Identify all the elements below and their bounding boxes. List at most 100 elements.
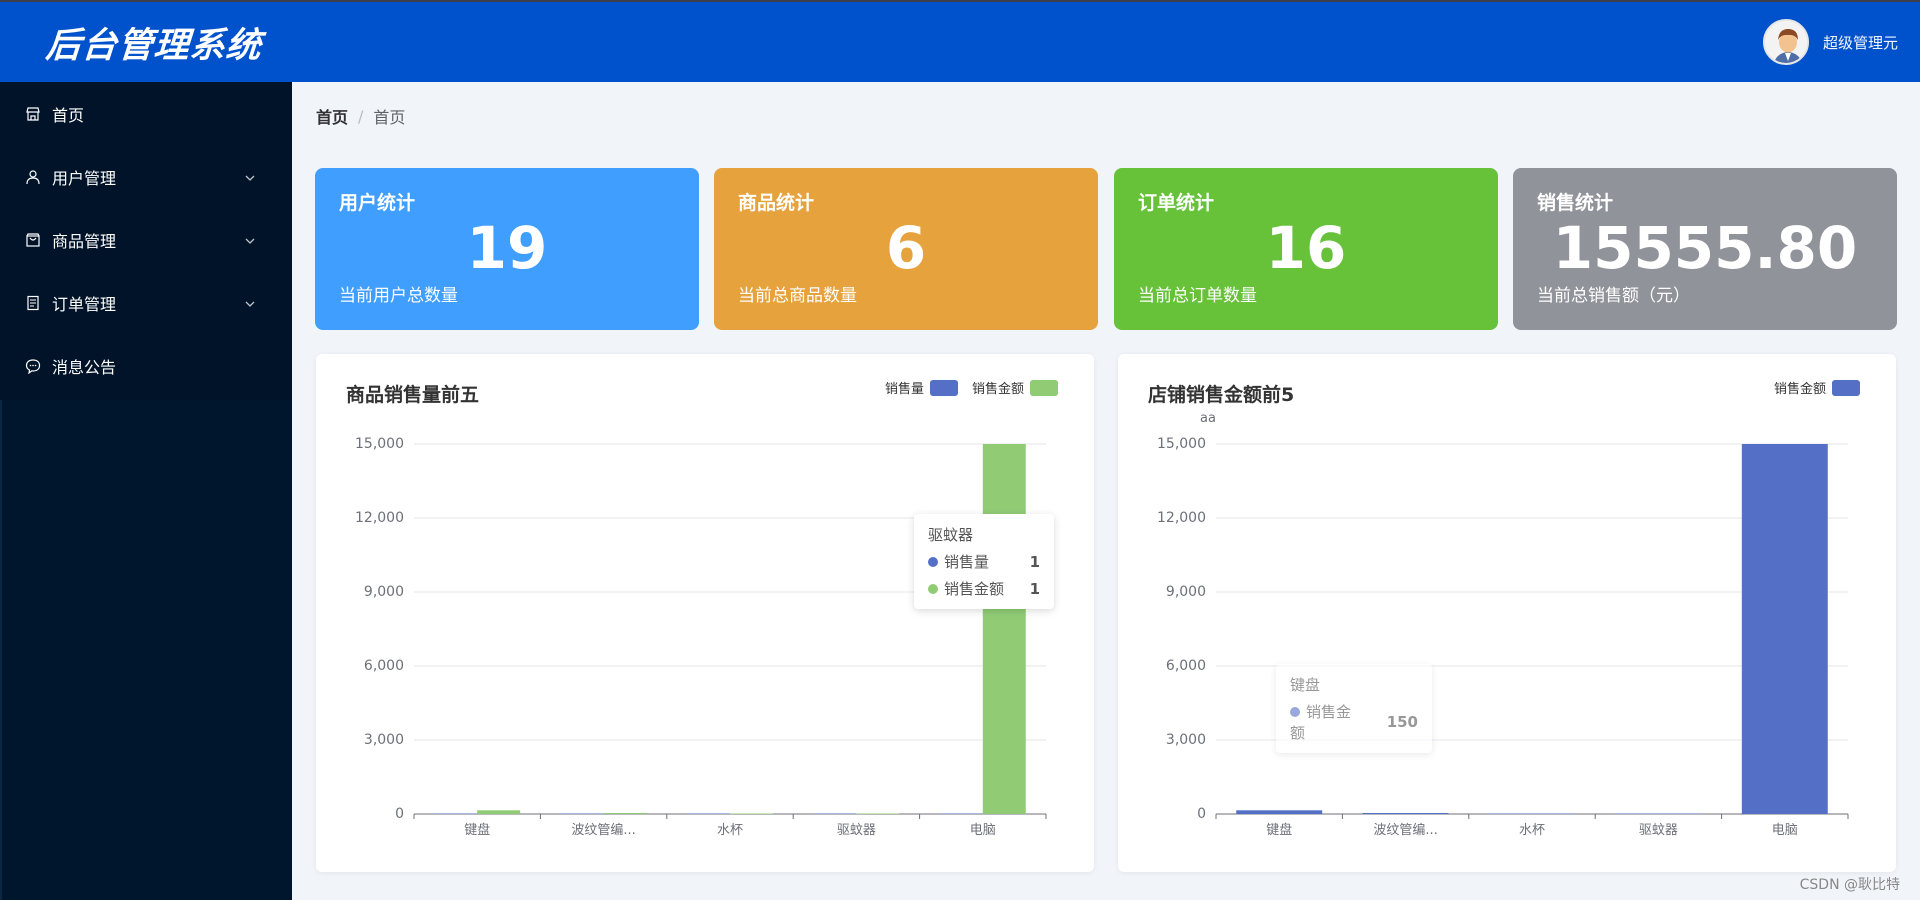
store-icon <box>24 105 42 123</box>
user-menu[interactable]: 超级管理元 <box>1762 19 1898 65</box>
card-subtitle: 当前总销售额（元） <box>1537 286 1690 306</box>
y-axis-label: aa <box>1200 411 1216 426</box>
card-title: 用户统计 <box>339 192 416 214</box>
chevron-down-icon[interactable] <box>244 232 256 244</box>
x-tick-label: 键盘 <box>1266 822 1292 838</box>
bar-销售量 <box>813 813 857 814</box>
chevron-down-icon[interactable] <box>244 295 256 307</box>
sidebar-item-orders[interactable]: 订单管理 <box>0 271 292 334</box>
bar-销售量 <box>434 813 478 814</box>
card-value: 19 <box>466 214 548 282</box>
sidebar-item-label: 订单管理 <box>52 294 117 314</box>
tooltip-dot <box>1290 707 1300 717</box>
y-tick-label: 6,000 <box>1166 658 1206 674</box>
document-icon <box>24 294 42 312</box>
card-value: 16 <box>1265 214 1347 282</box>
y-tick-label: 0 <box>395 806 404 822</box>
bar-销售量 <box>939 813 983 814</box>
x-tick-label: 波纹管编... <box>571 823 635 838</box>
card-title: 销售统计 <box>1537 192 1614 214</box>
y-tick-label: 3,000 <box>1166 732 1206 748</box>
sidebar-item-label: 首页 <box>52 105 85 125</box>
x-tick-label: 键盘 <box>464 822 490 838</box>
x-tick-label: 电脑 <box>1772 823 1798 838</box>
bar-销售量 <box>687 813 730 814</box>
bar-销售金额 <box>730 813 773 814</box>
sidebar-divider <box>0 400 2 900</box>
chevron-down-icon[interactable] <box>244 169 256 181</box>
tooltip-value: 1 <box>1029 579 1040 598</box>
bar-销售金额 <box>1489 813 1575 814</box>
bar-销售金额 <box>1236 810 1323 814</box>
chart-panel-product-sales: 商品销售量前五 销售量 销售金额 0 3,000 6,000 9,000 12,000 1… <box>316 354 1094 872</box>
sidebar-item-label: 用户管理 <box>52 168 117 188</box>
bar-销售金额 <box>1615 813 1702 814</box>
tooltip-title: 驱蚊器 <box>928 526 974 544</box>
tooltip-label: 销售金额 <box>944 580 1005 598</box>
card-value: 15555.80 <box>1552 214 1858 282</box>
bar-chart-store-sales[interactable]: 03,0006,0009,00012,00015,000aa键盘 波纹管编... 水… <box>1118 354 1896 872</box>
card-value: 6 <box>885 214 927 282</box>
y-tick-label: 15,000 <box>355 436 404 452</box>
stat-card-users: 用户统计 19 当前用户总数量 <box>315 168 699 330</box>
tooltip-row: 销售金额 1 <box>928 578 1040 599</box>
tooltip-title: 键盘 <box>1290 676 1321 694</box>
avatar[interactable] <box>1762 19 1809 65</box>
chart-tooltip: 键盘 销售金额 150 <box>1276 664 1432 753</box>
bar-chart-product-sales[interactable]: 0 3,000 6,000 9,000 12,000 15,000 键盘 波纹管编... 水杯 驱… <box>316 354 1094 872</box>
sidebar: 首页 用户管理 商品管理 订单管理 消息公告 <box>0 82 292 900</box>
bar-销售金额 <box>603 813 647 814</box>
card-title: 商品统计 <box>738 192 815 214</box>
sidebar-empty-area <box>0 400 292 900</box>
bar-销售金额 <box>982 444 1026 814</box>
sidebar-item-users[interactable]: 用户管理 <box>0 145 292 208</box>
user-name[interactable]: 超级管理元 <box>1823 32 1898 53</box>
card-title: 订单统计 <box>1138 192 1215 214</box>
bar-销售金额 <box>477 810 521 814</box>
stat-card-sales: 销售统计 15555.80 当前总销售额（元） <box>1513 168 1897 330</box>
y-tick-label: 12,000 <box>355 510 404 526</box>
bar-销售金额 <box>1741 444 1828 814</box>
x-tick-label: 电脑 <box>970 823 996 838</box>
tooltip-label: 销售量 <box>944 553 990 571</box>
sidebar-item-announcements[interactable]: 消息公告 <box>0 334 292 397</box>
watermark: CSDN @耿比特 <box>1799 877 1900 893</box>
bar-销售量 <box>560 813 604 814</box>
x-tick-label: 水杯 <box>1519 823 1545 838</box>
sidebar-item-products[interactable]: 商品管理 <box>0 208 292 271</box>
breadcrumb: 首页 / 首页 <box>316 104 405 128</box>
tooltip-value: 150 <box>1386 713 1418 731</box>
tooltip-row: 销售量 1 <box>928 551 1040 572</box>
stat-card-products: 商品统计 6 当前总商品数量 <box>714 168 1098 330</box>
y-tick-label: 0 <box>1197 806 1206 822</box>
x-tick-label: 波纹管编... <box>1373 823 1437 838</box>
x-tick-label: 驱蚊器 <box>837 823 876 838</box>
chat-icon <box>24 357 42 375</box>
main-content: 首页 / 首页 用户统计 19 当前用户总数量 商品统计 6 当前总商品数量 订… <box>292 82 1920 900</box>
sidebar-item-home[interactable]: 首页 <box>0 82 292 145</box>
x-tick-label: 驱蚊器 <box>1639 823 1678 838</box>
breadcrumb-current: 首页 <box>373 108 406 127</box>
chart-panel-store-sales: 店铺销售金额前5 销售金额 0 3,000 6,000 9,000 12,000 15,0… <box>1118 354 1896 872</box>
card-subtitle: 当前总订单数量 <box>1138 286 1257 306</box>
y-tick-label: 9,000 <box>364 584 404 600</box>
bar-销售金额 <box>856 813 900 814</box>
app-logo-title[interactable]: 后台管理系统 <box>44 17 264 68</box>
card-subtitle: 当前用户总数量 <box>339 286 458 306</box>
stat-card-orders: 订单统计 16 当前总订单数量 <box>1114 168 1498 330</box>
user-icon <box>24 168 42 186</box>
chart-tooltip: 驱蚊器 销售量 1 销售金额 1 <box>914 514 1054 609</box>
tooltip-row: 销售金额 150 <box>1290 701 1418 743</box>
y-tick-label: 6,000 <box>364 658 404 674</box>
y-tick-label: 3,000 <box>364 732 404 748</box>
y-tick-label: 9,000 <box>1166 584 1206 600</box>
card-subtitle: 当前总商品数量 <box>738 286 857 306</box>
tooltip-dot <box>928 584 938 594</box>
tooltip-dot <box>928 557 938 567</box>
tooltip-value: 1 <box>1029 552 1040 571</box>
top-header: 后台管理系统 超级管理元 <box>0 2 1920 82</box>
breadcrumb-separator: / <box>358 106 364 126</box>
bag-icon <box>24 231 42 249</box>
breadcrumb-first[interactable]: 首页 <box>316 104 348 128</box>
sidebar-item-label: 消息公告 <box>52 357 117 377</box>
